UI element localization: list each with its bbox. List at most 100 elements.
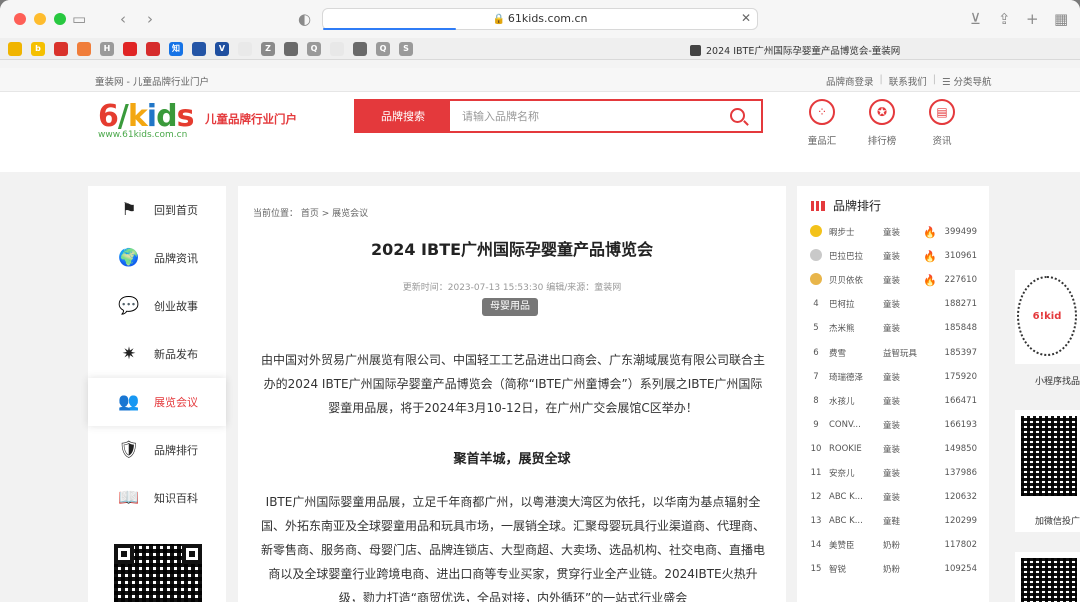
active-tab[interactable]: 2024 IBTE广州国际孕婴童产品博览会-童装网 [690, 43, 900, 57]
bookmark-q-icon[interactable]: Q [307, 41, 321, 56]
privacy-shield-icon[interactable]: ◐ [298, 10, 311, 28]
ranking-row[interactable]: 7 琦瑞德泽 童装 175920 [807, 365, 985, 389]
ranking-row[interactable]: 5 杰米熊 童装 185848 [807, 316, 985, 340]
ranking-row[interactable]: 4 巴柯拉 童装 188271 [807, 292, 985, 316]
sidebar-toggle-icon[interactable]: ▭ [72, 10, 86, 28]
brand-search-input[interactable] [450, 101, 761, 131]
left-nav-item[interactable]: 🌍 品牌资讯 [88, 234, 226, 282]
brand-name[interactable]: 暇步士 [825, 226, 883, 238]
forward-icon[interactable]: › [147, 10, 153, 28]
bookmark-yellow-icon[interactable] [8, 41, 22, 56]
site-breadcrumb[interactable]: 童装网 - 儿童品牌行业门户 [95, 74, 209, 88]
brand-name[interactable]: 费雪 [825, 347, 883, 359]
category-tag[interactable]: 母婴用品 [482, 298, 538, 316]
brand-name[interactable]: 巴柯拉 [825, 298, 883, 310]
bookmark-x-icon[interactable] [238, 41, 252, 56]
brand-category: 益智玩具 [883, 348, 918, 359]
bookmark-blue-icon[interactable] [192, 41, 206, 56]
mini-program-box[interactable]: 6!kid [1015, 270, 1080, 364]
bookmark-z-icon[interactable]: Z [261, 41, 275, 56]
bookmark-red-icon[interactable] [54, 41, 68, 56]
qr-box[interactable] [1015, 552, 1080, 602]
ranking-row[interactable]: 14 美赞臣 奶粉 117802 [807, 533, 985, 557]
left-nav-item[interactable]: ✷ 新品发布 [88, 330, 226, 378]
flag-icon: ⚑ [121, 200, 137, 220]
site-logo[interactable]: 6/kids www.61kids.com.cn [98, 99, 194, 141]
book-icon: 📖 [118, 488, 140, 508]
bookmarks-bar: bH知VZQQS [0, 38, 1080, 60]
bookmark-red2-icon[interactable] [123, 41, 137, 56]
bookmark-s-icon[interactable]: S [399, 41, 413, 56]
share-icon[interactable]: ⇪ [998, 10, 1011, 28]
bookmark-wechat-icon[interactable] [284, 41, 298, 56]
bookmark-q2-icon[interactable]: Q [376, 41, 390, 56]
bookmark-b-icon[interactable]: b [31, 41, 45, 56]
contact-link[interactable]: 联系我们 [889, 74, 927, 88]
globe-icon: 🌍 [118, 248, 140, 268]
left-nav-item[interactable]: 👥 展览会议 [88, 378, 226, 426]
bookmark-zhi-icon[interactable]: 知 [169, 41, 183, 56]
ranking-row[interactable]: 贝贝依依 童装 🔥 227610 [807, 268, 985, 292]
back-icon[interactable]: ‹ [120, 10, 126, 28]
left-nav-item[interactable]: 💬 创业故事 [88, 282, 226, 330]
brand-score: 120632 [944, 492, 977, 503]
rank-number: 10 [810, 443, 822, 454]
brand-name[interactable]: 水孩儿 [825, 395, 883, 407]
left-nav-item[interactable]: 📖 知识百科 [88, 474, 226, 522]
ranking-row[interactable]: 10 ROOKIE 童装 149850 [807, 437, 985, 461]
header-link-news[interactable]: ▤ 资讯 [917, 99, 967, 147]
brand-name[interactable]: 安奈儿 [825, 467, 883, 479]
ranking-row[interactable]: 15 智锐 奶粉 109254 [807, 557, 985, 581]
category-nav-link[interactable]: ☰ 分类导航 [942, 74, 992, 88]
ranking-row[interactable]: 8 水孩儿 童装 166471 [807, 389, 985, 413]
mini-program-label: 小程序找品 [1035, 377, 1080, 387]
zoom-window-button[interactable] [54, 13, 66, 25]
search-icon[interactable] [730, 108, 745, 123]
ranking-row[interactable]: 12 ABC K... 童装 120632 [807, 485, 985, 509]
brand-score: 188271 [944, 299, 977, 310]
bookmark-v-icon[interactable]: V [215, 41, 229, 56]
header-link-tongpinhui[interactable]: ⁘ 童品汇 [797, 99, 847, 147]
ranking-row[interactable]: 13 ABC K... 童鞋 120299 [807, 509, 985, 533]
left-nav-item[interactable]: ⚑ 回到首页 [88, 186, 226, 234]
bookmark-red3-icon[interactable] [146, 41, 160, 56]
dots-icon: ⁘ [809, 99, 835, 125]
minimize-window-button[interactable] [34, 13, 46, 25]
ranking-row[interactable]: 11 安奈儿 童装 137986 [807, 461, 985, 485]
address-bar[interactable]: 🔒 61kids.com.cn ✕ [322, 8, 758, 30]
fire-icon: 🔥 [923, 249, 937, 263]
new-tab-icon[interactable]: + [1026, 10, 1039, 28]
brand-name[interactable]: ABC K... [825, 492, 883, 502]
brand-score: 117802 [944, 540, 977, 551]
brand-name[interactable]: 美赞臣 [825, 539, 883, 551]
divider: | [879, 74, 883, 85]
download-icon[interactable]: ⊻ [970, 10, 981, 28]
brand-name[interactable]: ABC K... [825, 516, 883, 526]
stop-loading-icon[interactable]: ✕ [741, 11, 751, 25]
brand-name[interactable]: 杰米熊 [825, 322, 883, 334]
ranking-row[interactable]: 巴拉巴拉 童装 🔥 310961 [807, 244, 985, 268]
tab-overview-icon[interactable]: ▦ [1054, 10, 1068, 28]
brand-name[interactable]: 巴拉巴拉 [825, 250, 883, 262]
ranking-row[interactable]: 6 费雪 益智玩具 185397 [807, 340, 985, 364]
bookmark-chrome-icon[interactable] [330, 41, 344, 56]
left-nav-item[interactable]: 🛡 品牌排行 [88, 426, 226, 474]
brand-name[interactable]: ROOKIE [825, 444, 883, 454]
site-header: 6/kids www.61kids.com.cn 儿童品牌行业门户 品牌搜索 ⁘… [0, 92, 1080, 172]
bookmark-orange-icon[interactable] [77, 41, 91, 56]
header-link-ranking[interactable]: ✪ 排行榜 [857, 99, 907, 147]
brand-login-link[interactable]: 品牌商登录 [826, 74, 874, 88]
ranking-row[interactable]: 暇步士 童装 🔥 399499 [807, 220, 985, 244]
bookmark-k-icon[interactable] [353, 41, 367, 56]
ranking-row[interactable]: 9 CONV... 童装 166193 [807, 413, 985, 437]
breadcrumb[interactable]: 当前位置： 首页 > 展览会议 [253, 206, 368, 219]
brand-search-button[interactable]: 品牌搜索 [356, 101, 450, 131]
brand-name[interactable]: 贝贝依依 [825, 274, 883, 286]
brand-name[interactable]: CONV... [825, 420, 883, 430]
brand-name[interactable]: 智锐 [825, 563, 883, 575]
brand-name[interactable]: 琦瑞德泽 [825, 371, 883, 383]
logo-char: k [127, 99, 148, 134]
bookmark-h-icon[interactable]: H [100, 41, 114, 56]
fire-icon: 🔥 [923, 225, 937, 239]
close-window-button[interactable] [14, 13, 26, 25]
